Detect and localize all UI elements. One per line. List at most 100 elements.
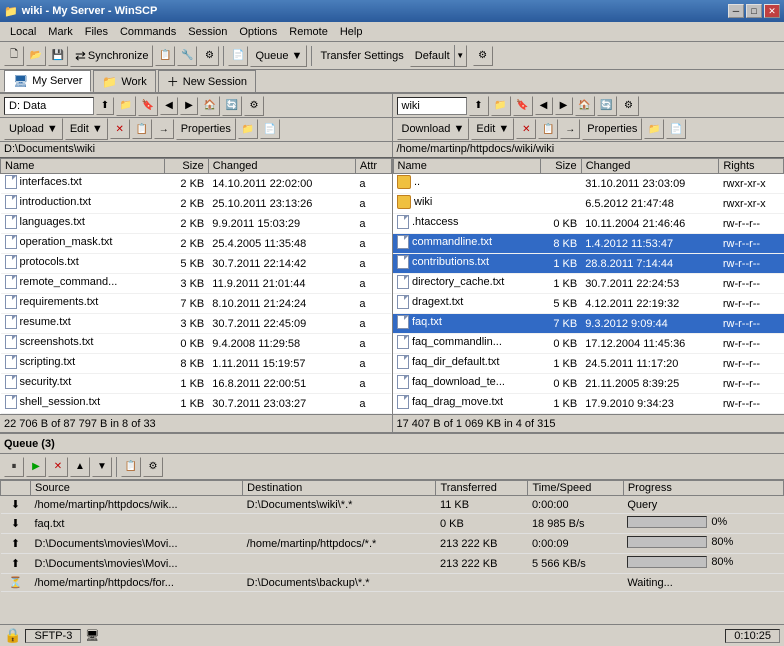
- queue-dropdown[interactable]: Queue ▼: [250, 45, 307, 67]
- toolbar-btn-2[interactable]: 📂: [26, 46, 46, 66]
- queue-col-transferred[interactable]: Transferred: [436, 481, 528, 496]
- local-file-row[interactable]: screenshots.txt 0 KB 9.4.2008 11:29:58 a: [1, 334, 392, 354]
- local-file-row[interactable]: operation_mask.txt 2 KB 25.4.2005 11:35:…: [1, 234, 392, 254]
- local-file-row[interactable]: resume.txt 3 KB 30.7.2011 22:45:09 a: [1, 314, 392, 334]
- local-col-size[interactable]: Size: [165, 159, 208, 174]
- menu-remote[interactable]: Remote: [283, 24, 334, 40]
- tab-my-server[interactable]: 🖥 My Server: [4, 70, 91, 92]
- queue-play-btn[interactable]: ▶: [26, 457, 46, 477]
- local-file-row[interactable]: interfaces.txt 2 KB 14.10.2011 22:02:00 …: [1, 174, 392, 194]
- menu-help[interactable]: Help: [334, 24, 369, 40]
- remote-bookmark-btn[interactable]: 🔖: [513, 96, 533, 116]
- local-file-list[interactable]: Name Size Changed Attr interfaces.txt 2 …: [0, 158, 392, 414]
- local-file-row[interactable]: languages.txt 2 KB 9.9.2011 15:03:29 a: [1, 214, 392, 234]
- local-delete-btn[interactable]: ✕: [110, 119, 130, 139]
- toolbar-btn-1[interactable]: 🗋: [4, 46, 24, 66]
- local-addr-go[interactable]: ⬆: [96, 97, 114, 115]
- remote-forward-btn[interactable]: ▶: [555, 97, 573, 115]
- remote-delete-btn[interactable]: ✕: [516, 119, 536, 139]
- toolbar-btn-6[interactable]: ⚙: [199, 46, 219, 66]
- queue-row[interactable]: ⬇ /home/martinp/httpdocs/wik... D:\Docum…: [1, 496, 784, 514]
- local-file-row[interactable]: introduction.txt 2 KB 25.10.2011 23:13:2…: [1, 194, 392, 214]
- queue-up-btn[interactable]: ▲: [70, 457, 90, 477]
- queue-down-btn[interactable]: ▼: [92, 457, 112, 477]
- queue-col-source[interactable]: Source: [31, 481, 243, 496]
- local-back-btn[interactable]: ◀: [160, 97, 178, 115]
- remote-move-btn[interactable]: →: [560, 119, 580, 139]
- remote-col-changed[interactable]: Changed: [581, 159, 719, 174]
- menu-commands[interactable]: Commands: [114, 24, 182, 40]
- remote-path-combo[interactable]: wiki: [397, 97, 467, 115]
- queue-col-time[interactable]: Time/Speed: [528, 481, 623, 496]
- remote-col-name[interactable]: Name: [393, 159, 541, 174]
- local-properties-btn[interactable]: Properties: [176, 118, 236, 140]
- transfer-default-dropdown[interactable]: Default ▼: [410, 45, 467, 67]
- remote-settings-btn[interactable]: ⚙: [619, 96, 639, 116]
- toolbar-btn-7[interactable]: 📄: [228, 46, 248, 66]
- remote-file-row[interactable]: commandline.txt 8 KB 1.4.2012 11:53:47 r…: [393, 234, 784, 254]
- queue-col-dest[interactable]: Destination: [243, 481, 436, 496]
- tab-new-session[interactable]: ＋ New Session: [158, 70, 256, 92]
- toolbar-btn-5[interactable]: 🔧: [177, 46, 197, 66]
- remote-file-row[interactable]: faq.txt 7 KB 9.3.2012 9:09:44 rw-r--r--: [393, 314, 784, 334]
- local-settings-btn[interactable]: ⚙: [244, 96, 264, 116]
- remote-file-row[interactable]: directory_cache.txt 1 KB 30.7.2011 22:24…: [393, 274, 784, 294]
- local-file-row[interactable]: remote_command... 3 KB 11.9.2011 21:01:4…: [1, 274, 392, 294]
- local-drive-combo[interactable]: D: Data: [4, 97, 94, 115]
- remote-file-row[interactable]: wiki 6.5.2012 21:47:48 rwxr-xr-x: [393, 194, 784, 214]
- remote-addr-go[interactable]: ⬆: [469, 96, 489, 116]
- local-folder-icon-btn[interactable]: 📁: [116, 96, 136, 116]
- local-file-row[interactable]: requirements.txt 7 KB 8.10.2011 21:24:24…: [1, 294, 392, 314]
- local-bookmark-btn[interactable]: 🔖: [138, 96, 158, 116]
- queue-row[interactable]: ⬇ faq.txt 0 KB 18 985 B/s 0%: [1, 514, 784, 534]
- remote-file-row[interactable]: .. 31.10.2011 23:03:09 rwxr-xr-x: [393, 174, 784, 194]
- remote-newfile-btn[interactable]: 📄: [666, 119, 686, 139]
- queue-options-btn[interactable]: ⚙: [143, 457, 163, 477]
- remote-home-btn[interactable]: 🏠: [575, 96, 595, 116]
- remote-properties-btn[interactable]: Properties: [582, 118, 642, 140]
- queue-row[interactable]: ⬆ D:\Documents\movies\Movi... 213 222 KB…: [1, 554, 784, 574]
- download-dropdown[interactable]: Download ▼: [397, 118, 470, 140]
- local-file-row[interactable]: security.txt 1 KB 16.8.2011 22:00:51 a: [1, 374, 392, 394]
- remote-file-row[interactable]: faq_commandlin... 0 KB 17.12.2004 11:45:…: [393, 334, 784, 354]
- local-forward-btn[interactable]: ▶: [180, 97, 198, 115]
- local-move-btn[interactable]: →: [154, 119, 174, 139]
- menu-options[interactable]: Options: [233, 24, 283, 40]
- queue-row[interactable]: ⏳ /home/martinp/httpdocs/for... D:\Docum…: [1, 574, 784, 592]
- local-col-name[interactable]: Name: [1, 159, 165, 174]
- tab-work[interactable]: 📁 Work: [93, 70, 155, 92]
- remote-file-row[interactable]: faq_dir_default.txt 1 KB 24.5.2011 11:17…: [393, 354, 784, 374]
- toolbar-btn-3[interactable]: 💾: [48, 46, 68, 66]
- remote-refresh-btn[interactable]: 🔄: [597, 96, 617, 116]
- local-newdir-btn[interactable]: 📁: [238, 119, 258, 139]
- menu-files[interactable]: Files: [79, 24, 114, 40]
- remote-copy-btn[interactable]: 📋: [538, 119, 558, 139]
- toolbar-btn-8[interactable]: ⚙: [473, 46, 493, 66]
- local-file-row[interactable]: scripting.txt 8 KB 1.11.2011 15:19:57 a: [1, 354, 392, 374]
- queue-col-progress[interactable]: Progress: [623, 481, 783, 496]
- queue-row[interactable]: ⬆ D:\Documents\movies\Movi... /home/mart…: [1, 534, 784, 554]
- remote-file-row[interactable]: dragext.txt 5 KB 4.12.2011 22:19:32 rw-r…: [393, 294, 784, 314]
- remote-col-size[interactable]: Size: [541, 159, 582, 174]
- queue-pause-btn[interactable]: ⏸: [4, 457, 24, 477]
- local-file-row[interactable]: protocols.txt 5 KB 30.7.2011 22:14:42 a: [1, 254, 392, 274]
- menu-local[interactable]: Local: [4, 24, 42, 40]
- remote-file-row[interactable]: faq_download_te... 0 KB 21.11.2005 8:39:…: [393, 374, 784, 394]
- local-newfile-btn[interactable]: 📄: [260, 119, 280, 139]
- local-refresh-btn[interactable]: 🔄: [222, 96, 242, 116]
- remote-folder-btn[interactable]: 📁: [491, 96, 511, 116]
- queue-settings-btn[interactable]: 📋: [121, 457, 141, 477]
- local-file-row[interactable]: shell_session.txt 1 KB 30.7.2011 23:03:2…: [1, 394, 392, 414]
- remote-file-row[interactable]: faq_drag_move.txt 1 KB 17.9.2010 9:34:23…: [393, 394, 784, 414]
- close-button[interactable]: ✕: [764, 4, 780, 18]
- maximize-button[interactable]: □: [746, 4, 762, 18]
- remote-file-row[interactable]: contributions.txt 1 KB 28.8.2011 7:14:44…: [393, 254, 784, 274]
- remote-edit-dropdown[interactable]: Edit ▼: [471, 118, 514, 140]
- toolbar-btn-4[interactable]: 📋: [155, 46, 175, 66]
- remote-col-rights[interactable]: Rights: [719, 159, 784, 174]
- queue-list[interactable]: Source Destination Transferred Time/Spee…: [0, 480, 784, 592]
- local-col-changed[interactable]: Changed: [208, 159, 355, 174]
- remote-file-row[interactable]: .htaccess 0 KB 10.11.2004 21:46:46 rw-r-…: [393, 214, 784, 234]
- menu-mark[interactable]: Mark: [42, 24, 78, 40]
- remote-newdir-btn[interactable]: 📁: [644, 119, 664, 139]
